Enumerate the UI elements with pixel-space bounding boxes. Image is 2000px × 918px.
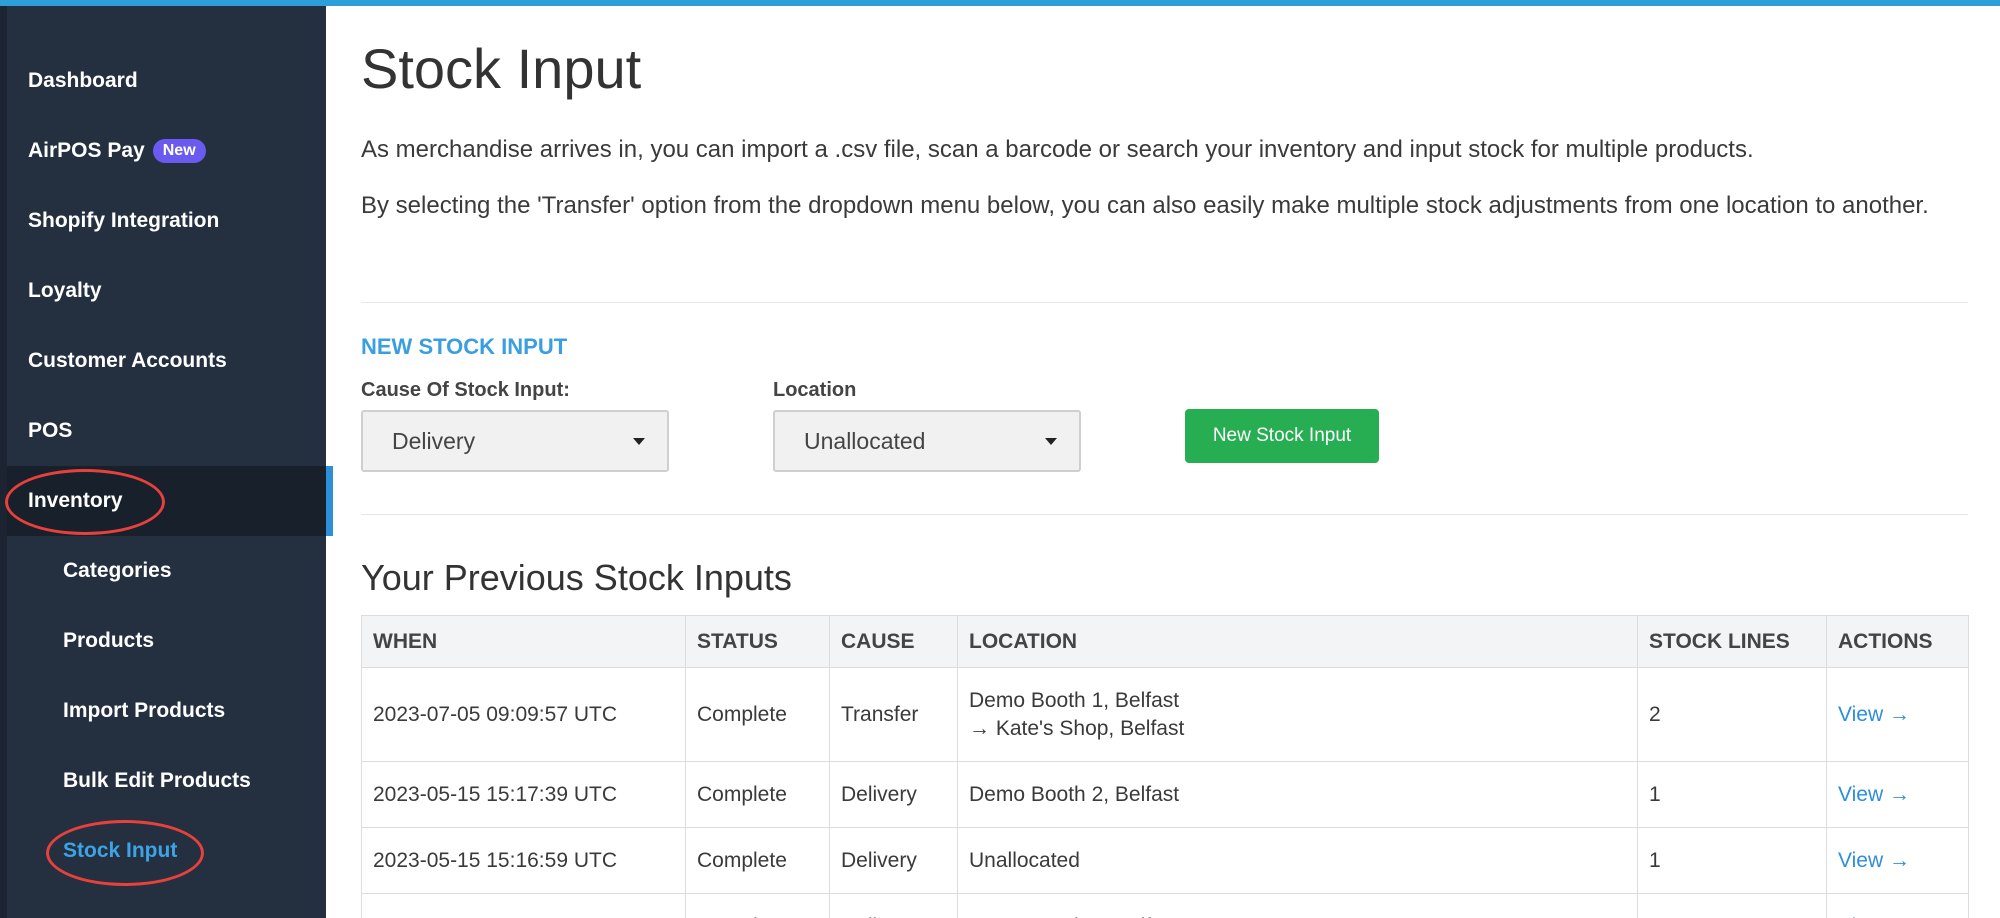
intro-paragraph-2: By selecting the 'Transfer' option from … bbox=[361, 192, 1929, 219]
cell-when: 2022-12-02 16:44:55 UTC bbox=[361, 893, 686, 918]
sidebar-item-shopify-integration[interactable]: Shopify Integration bbox=[7, 186, 326, 256]
cause-select[interactable]: Delivery bbox=[361, 410, 669, 472]
intro-text: As merchandise arrives in, you can impor… bbox=[361, 122, 1969, 234]
sidebar-item-loyalty[interactable]: Loyalty bbox=[7, 256, 326, 326]
cell-status: Complete bbox=[685, 667, 830, 762]
cell-cause: Delivery bbox=[829, 893, 958, 918]
cell-cause: Delivery bbox=[829, 827, 958, 894]
table-row: 2023-05-15 15:17:39 UTC Complete Deliver… bbox=[361, 761, 1969, 828]
sidebar-item-label: Loyalty bbox=[28, 279, 102, 302]
main-content: Stock Input As merchandise arrives in, y… bbox=[361, 6, 1969, 918]
cell-status: Complete bbox=[685, 893, 830, 918]
sidebar-subitem-stock-input[interactable]: Stock Input bbox=[7, 816, 326, 886]
sidebar-item-label: Customer Accounts bbox=[28, 349, 227, 372]
cause-label: Cause Of Stock Input: bbox=[361, 379, 570, 401]
column-header-location[interactable]: LOCATION bbox=[957, 615, 1638, 668]
cell-location: Demo Booth 2, Belfast bbox=[957, 761, 1638, 828]
sidebar-subitem-bulk-edit-products[interactable]: Bulk Edit Products bbox=[7, 746, 326, 816]
sidebar-item-airpos-pay[interactable]: AirPOS Pay New bbox=[7, 116, 326, 186]
sidebar-subitem-label: Categories bbox=[63, 559, 172, 582]
sidebar-item-dashboard[interactable]: Dashboard bbox=[7, 46, 326, 116]
sidebar-item-label: Inventory bbox=[28, 489, 123, 512]
sidebar-subitem-label: Products bbox=[63, 629, 155, 652]
table-row: 2023-07-05 09:09:57 UTC Complete Transfe… bbox=[361, 667, 1969, 762]
cell-when: 2023-05-15 15:17:39 UTC bbox=[361, 761, 686, 828]
new-stock-input-button[interactable]: New Stock Input bbox=[1185, 409, 1379, 463]
cell-stock-lines: 2 bbox=[1637, 667, 1827, 762]
table-row: 2022-12-02 16:44:55 UTC Complete Deliver… bbox=[361, 893, 1969, 918]
caret-down-icon bbox=[1045, 438, 1057, 445]
cell-cause: Delivery bbox=[829, 761, 958, 828]
location-select-value: Unallocated bbox=[804, 427, 926, 454]
sidebar-subitem-label: Bulk Edit Products bbox=[63, 769, 251, 792]
intro-paragraph-1: As merchandise arrives in, you can impor… bbox=[361, 136, 1754, 163]
location-to: → Kate's Shop, Belfast bbox=[969, 716, 1185, 740]
cell-status: Complete bbox=[685, 827, 830, 894]
cause-select-value: Delivery bbox=[392, 427, 476, 454]
sidebar-item-label: AirPOS Pay bbox=[28, 139, 145, 162]
sidebar: Dashboard AirPOS Pay New Shopify Integrat… bbox=[0, 6, 333, 918]
cell-stock-lines: 1 bbox=[1637, 761, 1827, 828]
new-badge: New bbox=[152, 139, 206, 163]
cell-location: Unallocated bbox=[957, 827, 1638, 894]
sidebar-subitem-import-products[interactable]: Import Products bbox=[7, 676, 326, 746]
table-header-row: WHEN STATUS CAUSE LOCATION STOCK LINES A… bbox=[361, 615, 1969, 668]
sidebar-subitem-products[interactable]: Products bbox=[7, 606, 326, 676]
sidebar-subitem-label: Import Products bbox=[63, 699, 226, 722]
sidebar-item-label: POS bbox=[28, 419, 73, 442]
location-label: Location bbox=[773, 379, 857, 401]
column-header-when[interactable]: WHEN bbox=[361, 615, 686, 668]
table-row: 2023-05-15 15:16:59 UTC Complete Deliver… bbox=[361, 827, 1969, 894]
column-header-stock-lines[interactable]: STOCK LINES bbox=[1637, 615, 1827, 668]
cell-when: 2023-07-05 09:09:57 UTC bbox=[361, 667, 686, 762]
column-header-cause[interactable]: CAUSE bbox=[829, 615, 958, 668]
caret-down-icon bbox=[633, 438, 645, 445]
sidebar-item-pos[interactable]: POS bbox=[7, 396, 326, 466]
location-from: Demo Booth 1, Belfast bbox=[969, 688, 1180, 712]
sidebar-item-label: Shopify Integration bbox=[28, 209, 220, 232]
sidebar-subitem-categories[interactable]: Categories bbox=[7, 536, 326, 606]
view-link[interactable]: View → bbox=[1826, 761, 1969, 828]
cell-when: 2023-05-15 15:16:59 UTC bbox=[361, 827, 686, 894]
view-link[interactable]: View → bbox=[1826, 667, 1969, 762]
cell-status: Complete bbox=[685, 761, 830, 828]
view-link[interactable]: View → bbox=[1826, 827, 1969, 894]
cell-stock-lines: 2 bbox=[1637, 893, 1827, 918]
previous-stock-inputs-title: Your Previous Stock Inputs bbox=[361, 557, 792, 598]
view-link[interactable]: View → bbox=[1826, 893, 1969, 918]
sidebar-subitem-label: Stock Input bbox=[63, 839, 178, 862]
page-title: Stock Input bbox=[361, 37, 642, 100]
column-header-actions: ACTIONS bbox=[1826, 615, 1969, 668]
column-header-status[interactable]: STATUS bbox=[685, 615, 830, 668]
divider bbox=[361, 302, 1968, 303]
cell-location: Demo Booth 1, Belfast bbox=[957, 893, 1638, 918]
location-select[interactable]: Unallocated bbox=[773, 410, 1081, 472]
divider bbox=[361, 514, 1968, 515]
sidebar-item-customer-accounts[interactable]: Customer Accounts bbox=[7, 326, 326, 396]
new-stock-input-heading: NEW STOCK INPUT bbox=[361, 334, 568, 359]
previous-stock-inputs-table: WHEN STATUS CAUSE LOCATION STOCK LINES A… bbox=[361, 615, 1969, 918]
cell-cause: Transfer bbox=[829, 667, 958, 762]
cell-location: Demo Booth 1, Belfast → Kate's Shop, Bel… bbox=[957, 667, 1638, 762]
sidebar-item-label: Dashboard bbox=[28, 69, 138, 92]
sidebar-item-inventory[interactable]: Inventory bbox=[7, 466, 333, 536]
cell-stock-lines: 1 bbox=[1637, 827, 1827, 894]
